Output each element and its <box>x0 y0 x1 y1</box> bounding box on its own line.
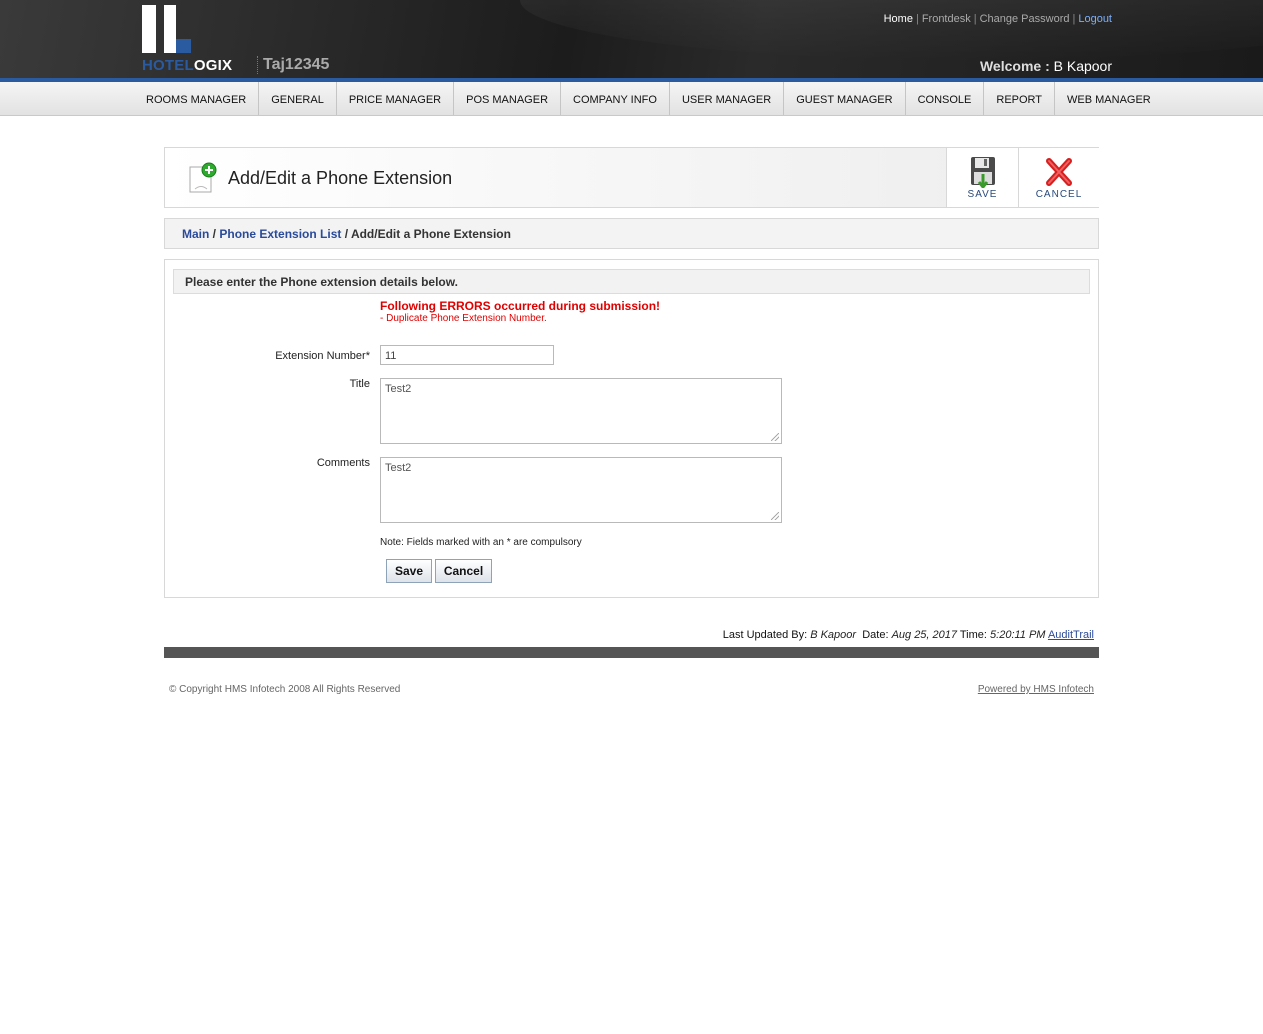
resize-grip-icon[interactable] <box>771 512 779 520</box>
form-heading: Please enter the Phone extension details… <box>173 269 1090 294</box>
top-links: Home | Frontdesk | Change Password | Logout <box>883 13 1112 25</box>
breadcrumb: Main / Phone Extension List / Add/Edit a… <box>164 218 1099 249</box>
nav-general[interactable]: GENERAL <box>259 82 337 115</box>
comments-textarea[interactable]: Test2 <box>380 457 782 523</box>
error-detail: - Duplicate Phone Extension Number. <box>380 313 547 324</box>
nav-pos-manager[interactable]: POS MANAGER <box>454 82 562 115</box>
floppy-save-icon <box>971 157 995 188</box>
compulsory-note: Note: Fields marked with an * are compul… <box>380 537 582 548</box>
cancel-toolbar-button[interactable]: CANCEL <box>1018 148 1099 207</box>
page-title-bar: Add/Edit a Phone Extension SAVE CANCEL <box>164 147 1099 208</box>
welcome-text: Welcome : B Kapoor <box>979 58 1112 74</box>
save-toolbar-label: SAVE <box>967 189 998 200</box>
save-button[interactable]: Save <box>386 559 432 583</box>
red-x-cancel-icon <box>1046 158 1072 186</box>
breadcrumb-list-link[interactable]: Phone Extension List <box>219 227 341 241</box>
breadcrumb-current: Add/Edit a Phone Extension <box>350 227 511 241</box>
nav-guest-manager[interactable]: GUEST MANAGER <box>784 82 906 115</box>
nav-web-manager[interactable]: WEB MANAGER <box>1055 82 1163 115</box>
nav-console[interactable]: CONSOLE <box>906 82 985 115</box>
nav-price-manager[interactable]: PRICE MANAGER <box>337 82 455 115</box>
extension-number-label: Extension Number* <box>275 350 370 362</box>
cancel-button[interactable]: Cancel <box>435 559 492 583</box>
home-link[interactable]: Home <box>884 13 913 25</box>
audit-trail-link[interactable]: AuditTrail <box>1048 629 1094 641</box>
title-label: Title <box>349 378 370 390</box>
nav-report[interactable]: REPORT <box>984 82 1056 115</box>
extension-number-input[interactable]: 11 <box>380 345 554 365</box>
header-swoosh <box>520 0 1263 60</box>
breadcrumb-main-link[interactable]: Main <box>182 227 209 241</box>
change-password-link[interactable]: Change Password <box>980 13 1070 25</box>
error-title: Following ERRORS occurred during submiss… <box>380 299 661 313</box>
frontdesk-link[interactable]: Frontdesk <box>922 13 971 25</box>
save-toolbar-button[interactable]: SAVE <box>946 148 1018 207</box>
add-document-icon <box>187 162 217 199</box>
footer-divider <box>164 647 1099 658</box>
resize-grip-icon[interactable] <box>771 433 779 441</box>
nav-rooms-manager[interactable]: ROOMS MANAGER <box>136 82 260 115</box>
cancel-toolbar-label: CANCEL <box>1035 189 1083 200</box>
form-panel: Please enter the Phone extension details… <box>164 259 1099 598</box>
comments-label: Comments <box>316 457 370 469</box>
main-nav: ROOMS MANAGER GENERAL PRICE MANAGER POS … <box>0 82 1263 116</box>
copyright-text: © Copyright HMS Infotech 2008 All Rights… <box>169 684 401 695</box>
property-code: Taj12345 <box>257 56 329 74</box>
page-title: Add/Edit a Phone Extension <box>228 168 453 188</box>
logout-link[interactable]: Logout <box>1078 13 1112 25</box>
hotelogix-logo[interactable]: HOTELOGIX <box>142 5 242 75</box>
last-updated-info: Last Updated By: B Kapoor Date: Aug 25, … <box>722 629 1094 641</box>
powered-by-link[interactable]: Powered by HMS Infotech <box>978 684 1094 695</box>
nav-company-info[interactable]: COMPANY INFO <box>561 82 670 115</box>
nav-user-manager[interactable]: USER MANAGER <box>670 82 785 115</box>
title-textarea[interactable]: Test2 <box>380 378 782 444</box>
app-header: HOTELOGIX Taj12345 Home | Frontdesk | Change… <box>0 0 1263 78</box>
